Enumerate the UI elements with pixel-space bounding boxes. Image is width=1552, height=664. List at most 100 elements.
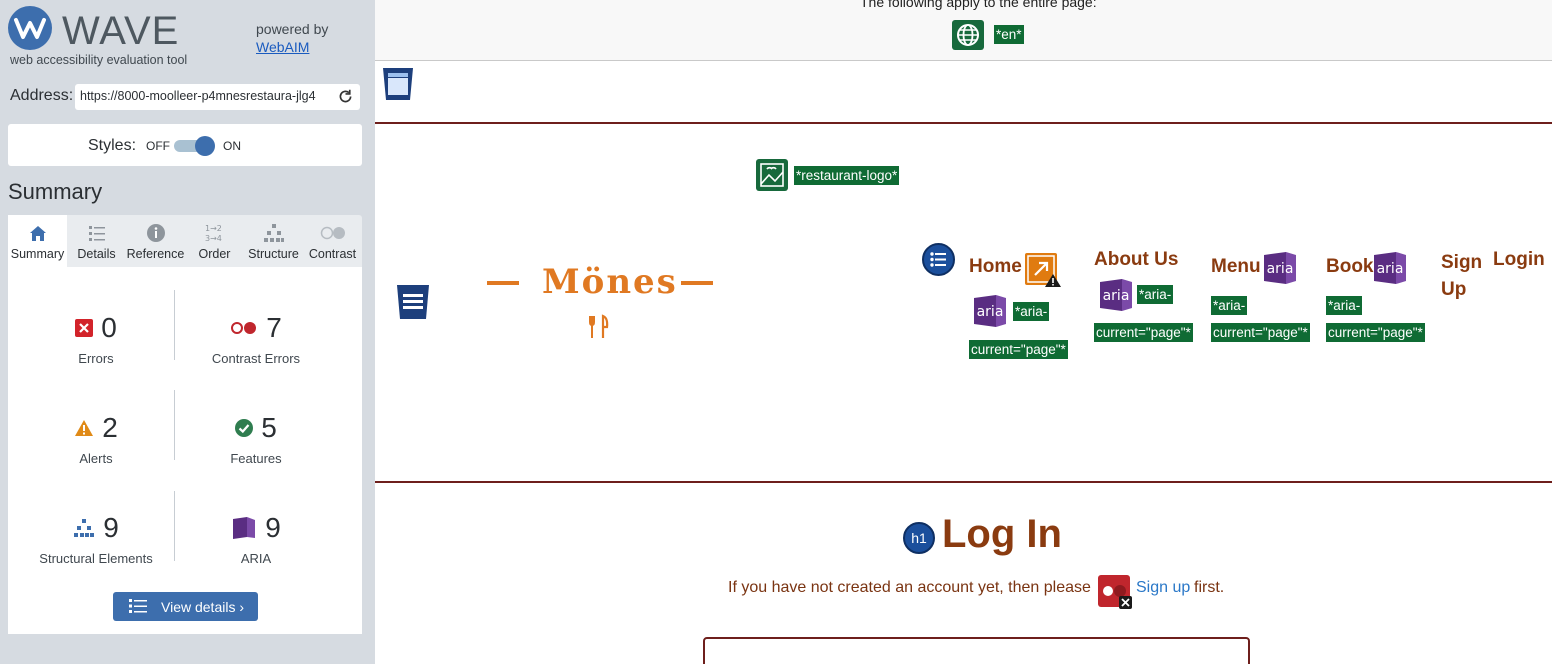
structural-count: 9 [103, 512, 119, 543]
errors-count: 0 [101, 312, 117, 343]
stat-errors[interactable]: 0 Errors [16, 311, 176, 381]
structure-icon [263, 224, 284, 242]
toggle-knob [195, 136, 215, 156]
tab-label: Summary [10, 247, 65, 261]
aria-current-tag: *aria- [1137, 285, 1174, 304]
wave-logo-text: WAVE [62, 9, 180, 53]
login-form [703, 637, 1250, 664]
styles-off-label: OFF [146, 139, 170, 153]
webaim-link[interactable]: WebAIM [256, 38, 328, 56]
tab-reference[interactable]: Reference [126, 215, 185, 267]
aria-current-tag: *aria- [1013, 302, 1050, 321]
wave-sidebar: WAVE web accessibility evaluation tool p… [0, 0, 375, 664]
tab-order[interactable]: 1→2 3→4 Order [185, 215, 244, 267]
stat-structural[interactable]: 9 Structural Elements [16, 511, 176, 581]
stat-aria[interactable]: 9 ARIA [176, 511, 336, 581]
aria-badge-text: aria [1377, 261, 1404, 277]
header-rule-top [375, 122, 1552, 124]
tab-label: Contrast [308, 247, 357, 261]
header-rule-bottom [375, 481, 1552, 483]
feature-check-icon [235, 419, 254, 437]
nav-login[interactable]: Login [1493, 249, 1545, 271]
header-region-icon[interactable] [380, 66, 416, 102]
aria-badge-text: aria [1267, 261, 1294, 277]
aria-badge-text: aria [977, 304, 1004, 320]
nav-region-icon[interactable] [395, 284, 431, 320]
summary-title: Summary [8, 179, 103, 204]
fork-knife-icon [589, 314, 609, 338]
page-level-note: The following apply to the entire page: [860, 0, 1097, 10]
styles-toggle-card: Styles: OFF ON [8, 124, 362, 166]
aria-icon[interactable]: aria [1264, 252, 1296, 284]
aria-icon[interactable]: aria [1374, 252, 1406, 284]
tab-label: Structure [248, 247, 299, 261]
address-bar: Address: https://8000-moolleer-p4mnesres… [10, 84, 362, 110]
signup-link[interactable]: Sign up [1136, 579, 1190, 597]
divider [174, 491, 175, 561]
brand-dash [681, 281, 713, 285]
aria-current-tag: current="page"* [969, 340, 1068, 359]
aria-current-tag: *aria- [1211, 296, 1248, 315]
stat-contrast-errors[interactable]: 7 Contrast Errors [176, 311, 336, 381]
tab-structure[interactable]: Structure [244, 215, 303, 267]
features-label: Features [230, 451, 282, 466]
tab-summary[interactable]: Summary [8, 215, 67, 267]
nav-about-us[interactable]: About Us [1094, 249, 1178, 271]
language-globe-icon[interactable] [952, 20, 984, 50]
svg-text:1→2: 1→2 [205, 224, 222, 233]
powered-by: powered by WebAIM [256, 20, 328, 56]
styles-toggle[interactable] [174, 136, 215, 156]
stat-features[interactable]: 5 Features [176, 411, 336, 481]
tab-label: Reference [126, 247, 185, 261]
signup-prompt-suffix: first. [1194, 579, 1225, 596]
nav-menu[interactable]: Menu [1211, 256, 1261, 278]
page-title: Log In [942, 512, 1062, 556]
aria-icon[interactable]: aria [974, 295, 1006, 327]
stat-alerts[interactable]: 2 Alerts [16, 411, 176, 481]
h1-heading-icon[interactable]: h1 [903, 522, 935, 554]
reload-icon[interactable] [337, 88, 354, 105]
summary-stats: 0 Errors 7 Contrast Errors 2 Alerts 5 Fe… [8, 267, 362, 634]
linked-image-icon[interactable] [756, 159, 788, 191]
aria-current-tag: current="page"* [1094, 323, 1193, 342]
aria-current-tag: current="page"* [1211, 323, 1310, 342]
divider [174, 390, 175, 460]
wave-logo-icon [8, 6, 52, 50]
wave-logo: WAVE web accessibility evaluation tool p… [8, 6, 368, 70]
powered-by-text: powered by [256, 21, 329, 37]
evaluated-page: The following apply to the entire page: … [375, 0, 1552, 664]
address-value: https://8000-moolleer-p4mnesrestaura-jlg… [80, 89, 316, 103]
aria-badge-text: aria [1103, 288, 1130, 304]
list-structure-icon[interactable] [922, 243, 955, 276]
tab-label: Details [77, 247, 116, 261]
aria-icon [233, 517, 256, 539]
aria-current-tag: current="page"* [1326, 323, 1425, 342]
tab-details[interactable]: Details [67, 215, 126, 267]
brand-text: Mönes [542, 262, 678, 302]
aria-icon[interactable]: aria [1100, 279, 1132, 311]
nav-home[interactable]: Home [969, 256, 1022, 278]
alerts-count: 2 [102, 412, 118, 443]
signup-prompt: If you have not created an account yet, … [728, 579, 1091, 596]
home-icon [29, 226, 46, 241]
divider [174, 290, 175, 360]
nav-book[interactable]: Book [1326, 256, 1374, 278]
contrast-error-icon [231, 322, 257, 334]
address-label: Address: [10, 87, 74, 104]
structural-label: Structural Elements [39, 551, 153, 566]
view-details-label: View details › [161, 599, 245, 615]
list-icon [88, 226, 105, 241]
aria-label: ARIA [240, 551, 272, 566]
restaurant-logo-tag: *restaurant-logo* [794, 166, 900, 185]
contrast-error-icon[interactable] [1097, 574, 1133, 610]
restaurant-brand[interactable]: Mönes [487, 262, 713, 306]
errors-label: Errors [78, 351, 114, 366]
page-level-band: The following apply to the entire page: … [375, 0, 1552, 61]
tab-contrast[interactable]: Contrast [303, 215, 362, 267]
alerts-label: Alerts [79, 451, 113, 466]
nav-sign-up[interactable]: Sign Up [1441, 249, 1485, 303]
tab-label: Order [198, 247, 231, 261]
view-details-button[interactable]: View details › [113, 592, 258, 621]
address-input[interactable]: https://8000-moolleer-p4mnesrestaura-jlg… [75, 84, 360, 110]
redundant-link-alert-icon[interactable] [1024, 252, 1062, 288]
